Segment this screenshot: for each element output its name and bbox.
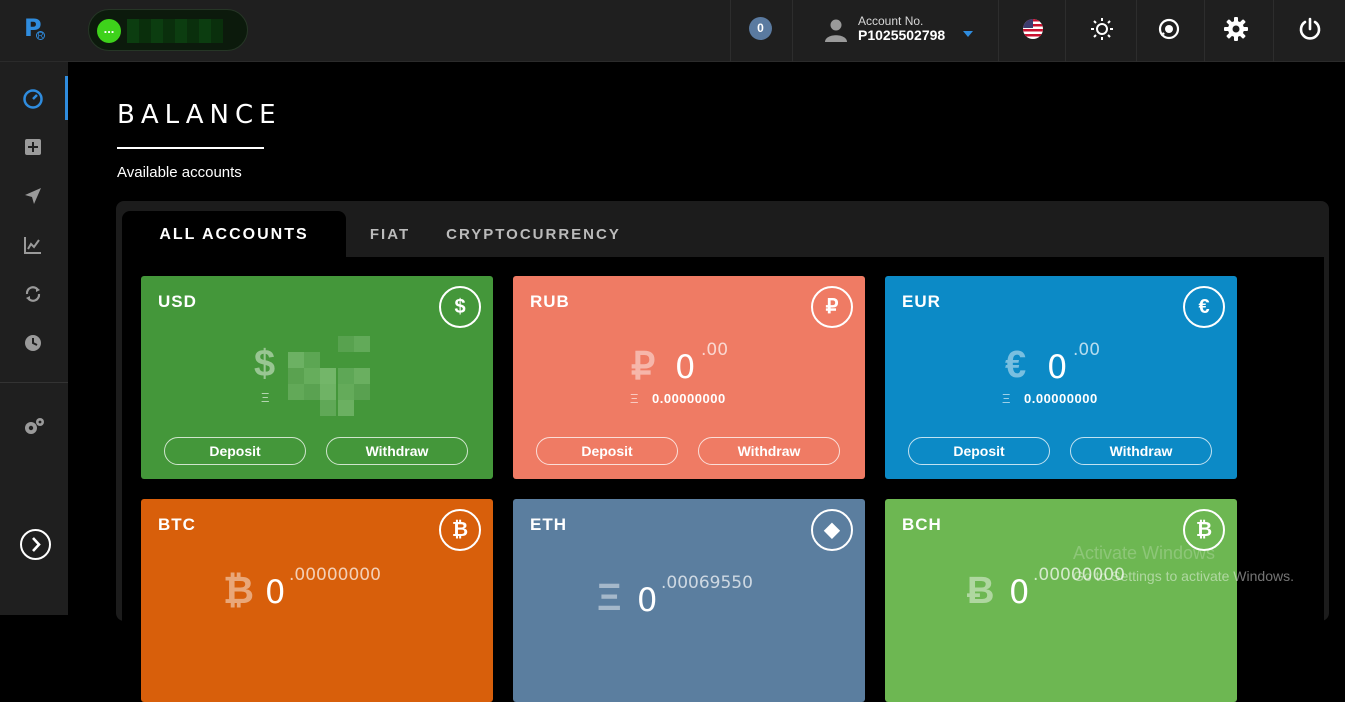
gear-icon[interactable] — [1224, 17, 1248, 41]
crypto-equivalent-symbol: Ξ — [630, 391, 639, 406]
currency-code: BCH — [902, 515, 942, 534]
balance-decimals: .00069550 — [661, 573, 753, 593]
balance-decimals: .00 — [701, 340, 729, 360]
user-icon — [825, 19, 847, 42]
crypto-equivalent-symbol: Ξ — [1002, 391, 1011, 406]
divider — [0, 382, 68, 383]
account-card-rub: RUB ₽ ₽ 0 .00 Ξ 0.00000000 Deposit Withd… — [513, 276, 865, 479]
currency-code: BTC — [158, 515, 196, 534]
currency-code: ETH — [530, 515, 567, 534]
crypto-equivalent-amount: 0.00000000 — [652, 391, 726, 406]
exchange-icon — [25, 286, 41, 302]
account-selector[interactable]: Account No. P1025502798 — [824, 12, 976, 50]
page-title: BALANCE — [117, 100, 282, 130]
divider — [792, 0, 793, 62]
page-subtitle: Available accounts — [117, 164, 242, 181]
settings-icon — [25, 418, 44, 434]
sidebar-item-send[interactable] — [0, 173, 68, 217]
withdraw-button[interactable]: Withdraw — [698, 437, 840, 465]
bitcoin-icon: ₿ — [439, 509, 481, 551]
dollar-icon: $ — [439, 286, 481, 328]
tab-fiat[interactable]: FIAT — [364, 211, 416, 259]
currency-symbol: ₽ — [631, 346, 656, 388]
ruble-icon: ₽ — [811, 286, 853, 328]
send-icon — [25, 188, 41, 204]
sidebar-item-settings[interactable] — [0, 404, 68, 448]
tab-all-accounts[interactable]: ALL ACCOUNTS — [122, 211, 346, 259]
account-card-bch: BCH ₿ Ƀ 0 .00000000 — [885, 499, 1237, 702]
user-name-redacted — [127, 19, 223, 43]
title-underline — [117, 147, 264, 149]
divider — [998, 0, 999, 62]
crypto-equivalent-symbol: Ξ — [261, 390, 270, 405]
currency-code: EUR — [902, 292, 941, 311]
sidebar-item-statistics[interactable] — [0, 222, 68, 266]
power-icon[interactable] — [1298, 17, 1322, 41]
divider — [1273, 0, 1274, 62]
logo[interactable]: P R — [20, 14, 50, 44]
deposit-button[interactable]: Deposit — [536, 437, 678, 465]
balance-amount: 0 — [1047, 348, 1068, 386]
euro-icon: € — [1183, 286, 1225, 328]
divider — [730, 0, 731, 62]
notifications-badge[interactable]: 0 — [749, 17, 772, 40]
redacted-balance — [288, 336, 370, 416]
currency-symbol: Ξ — [597, 577, 622, 619]
account-card-btc: BTC ₿ ₿ 0 .00000000 — [141, 499, 493, 702]
online-status-icon: ... — [97, 19, 121, 43]
windows-activation-hint: Go to Settings to activate Windows. — [1073, 568, 1294, 584]
balance-amount: 0 — [675, 348, 696, 386]
sidebar — [0, 62, 68, 615]
sidebar-item-add-funds[interactable] — [0, 124, 68, 168]
windows-activation-title: Activate Windows — [1073, 543, 1216, 563]
deposit-button[interactable]: Deposit — [908, 437, 1050, 465]
sidebar-item-dashboard[interactable] — [0, 76, 68, 120]
divider — [1065, 0, 1066, 62]
currency-symbol: € — [1005, 344, 1027, 386]
history-icon — [25, 335, 41, 351]
sidebar-item-history[interactable] — [0, 320, 68, 364]
balance-amount: 0 — [265, 573, 286, 611]
brightness-icon[interactable] — [1090, 17, 1114, 41]
balance-decimals: .00000000 — [289, 565, 381, 585]
withdraw-button[interactable]: Withdraw — [326, 437, 468, 465]
divider — [1136, 0, 1137, 62]
chart-icon — [24, 237, 41, 254]
currency-symbol: $ — [254, 343, 276, 385]
tab-cryptocurrency[interactable]: CRYPTOCURRENCY — [446, 211, 621, 259]
ethereum-icon: ◆ — [811, 509, 853, 551]
account-card-usd: USD $ $ Ξ Deposit Withdraw — [141, 276, 493, 479]
currency-symbol: Ƀ — [967, 570, 995, 612]
us-flag-icon[interactable] — [1021, 17, 1045, 41]
user-pill[interactable]: ... — [88, 9, 248, 51]
add-funds-icon — [25, 139, 41, 155]
balance-decimals: .00 — [1073, 340, 1101, 360]
sidebar-item-exchange[interactable] — [0, 271, 68, 315]
dashboard-icon — [23, 89, 43, 109]
account-card-eur: EUR € € 0 .00 Ξ 0.00000000 Deposit Withd… — [885, 276, 1237, 479]
account-number: P1025502798 — [858, 27, 946, 43]
currency-code: USD — [158, 292, 197, 311]
balance-amount: 0 — [637, 581, 658, 619]
balance-amount: 0 — [1009, 573, 1030, 611]
expand-sidebar-button[interactable] — [20, 529, 51, 560]
currency-symbol: ₿ — [223, 570, 254, 612]
withdraw-button[interactable]: Withdraw — [1070, 437, 1212, 465]
crypto-equivalent-amount: 0.00000000 — [1024, 391, 1098, 406]
divider — [1204, 0, 1205, 62]
chevron-right-icon — [32, 537, 41, 552]
account-label: Account No. — [858, 14, 924, 28]
deposit-button[interactable]: Deposit — [164, 437, 306, 465]
top-bar: P R ... 0 Account No. P1025502798 — [0, 0, 1345, 62]
chevron-down-icon — [963, 31, 973, 37]
account-card-eth: ETH ◆ Ξ 0 .00069550 — [513, 499, 865, 702]
logo-mark: R — [36, 31, 45, 40]
support-chat-icon[interactable] — [1157, 17, 1181, 41]
currency-code: RUB — [530, 292, 570, 311]
